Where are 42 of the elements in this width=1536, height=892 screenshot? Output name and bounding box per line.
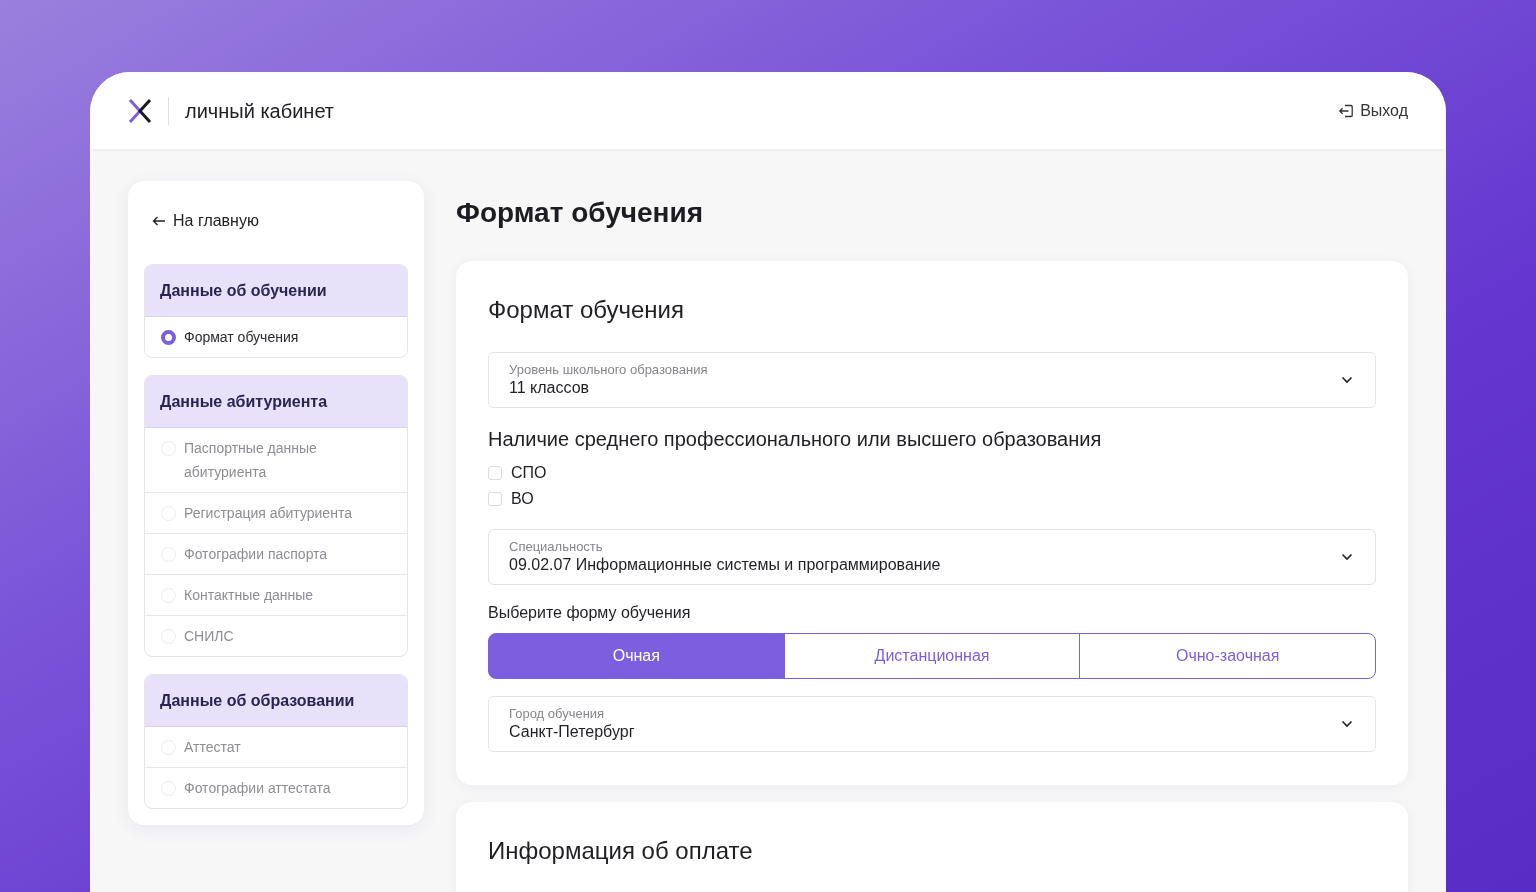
logout-button[interactable]: Выход xyxy=(1338,99,1408,122)
question-text: Наличие среднего профессионального или высшего образования xyxy=(488,427,1103,452)
segment-tab[interactable]: Очно-заочная xyxy=(1079,633,1376,679)
sidebar-item[interactable]: Аттестат xyxy=(145,727,407,767)
field-label: Специальность xyxy=(509,539,603,555)
page-title: Формат обучения xyxy=(456,196,705,230)
section-title: Информация об оплате xyxy=(488,836,754,866)
dropdown-field[interactable]: Город обучения Санкт-Петербург xyxy=(488,696,1376,752)
field-value: 09.02.07 Информационные системы и программирование xyxy=(509,555,941,575)
field-value: Санкт-Петербург xyxy=(509,722,635,742)
logout-icon xyxy=(1338,103,1355,118)
chevron-down-icon xyxy=(1341,376,1353,384)
sidebar-item[interactable]: Фотографии аттестата xyxy=(145,767,407,808)
sidebar-group-header: Данные абитуриента xyxy=(145,376,407,428)
site-title: личный кабинет xyxy=(185,98,334,124)
sidebar-item[interactable]: Регистрация абитуриента xyxy=(145,492,407,533)
sidebar-item[interactable]: Паспортные данные абитуриента xyxy=(145,428,407,492)
dropdown-field[interactable]: Уровень школьного образования 11 классов xyxy=(488,352,1376,408)
field-label: Город обучения xyxy=(509,706,605,722)
logo-icon xyxy=(128,97,152,124)
chevron-down-icon xyxy=(1341,553,1353,561)
segment-tab[interactable]: Очная xyxy=(488,633,785,679)
sidebar-item[interactable]: Фотографии паспорта xyxy=(145,533,407,574)
field-value: 11 классов xyxy=(509,378,590,398)
radio-icon xyxy=(161,329,176,345)
chevron-down-icon xyxy=(1341,720,1353,728)
checkbox[interactable] xyxy=(488,492,502,506)
checkbox-label: ВО xyxy=(511,490,534,508)
sidebar-item[interactable]: СНИЛС xyxy=(145,615,407,656)
field-label: Выберите форму обучения xyxy=(488,603,692,623)
segment-tab[interactable]: Дистанционная xyxy=(783,633,1081,679)
checkbox[interactable] xyxy=(488,466,502,480)
section-title: Формат обучения xyxy=(488,295,685,325)
sidebar-group-header: Данные об образовании xyxy=(145,675,407,727)
dropdown-field[interactable]: Специальность 09.02.07 Информационные системы и программирование xyxy=(488,529,1376,585)
sidebar-item[interactable]: Контактные данные xyxy=(145,574,407,615)
back-link[interactable]: На главную xyxy=(144,209,259,233)
sidebar-item[interactable]: Формат обучения xyxy=(145,317,407,357)
arrow-left-icon xyxy=(152,216,166,226)
field-label: Уровень школьного образования xyxy=(509,362,708,378)
sidebar-group-header: Данные об обучении xyxy=(145,265,407,317)
checkbox-label: СПО xyxy=(511,464,547,482)
